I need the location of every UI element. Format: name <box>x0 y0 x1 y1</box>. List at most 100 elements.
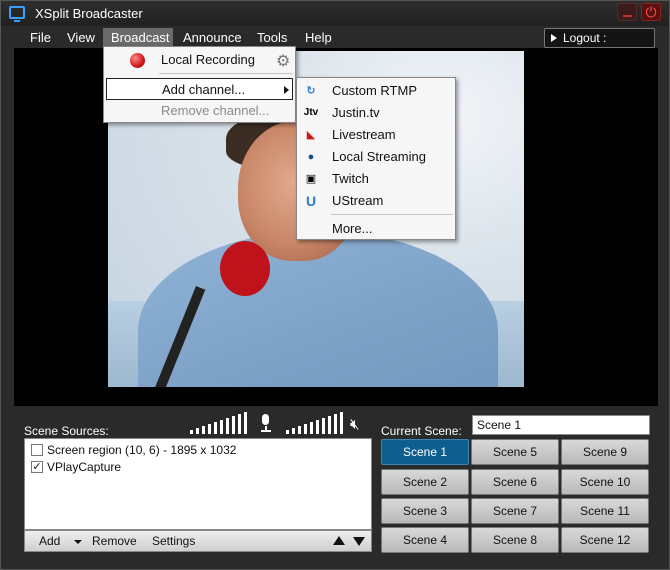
local-recording-item[interactable]: Local Recording ⚙ <box>106 49 293 71</box>
meter-bar <box>208 424 211 434</box>
justin-tv-icon: Jtv <box>303 107 319 118</box>
source-label: VPlayCapture <box>47 460 122 474</box>
channel-label: UStream <box>332 193 384 208</box>
meter-bar <box>310 422 313 434</box>
list-item[interactable]: Screen region (10, 6) - 1895 x 1032 <box>29 442 236 458</box>
remove-channel-item: Remove channel... <box>161 103 270 118</box>
channel-label: Custom RTMP <box>332 83 417 98</box>
speaker-muted-icon[interactable]: 🔇︎ <box>350 416 359 433</box>
title-bar: XSplit Broadcaster ⏻ <box>1 1 669 26</box>
menu-view[interactable]: View <box>59 28 103 48</box>
scene-button[interactable]: Scene 4 <box>381 527 469 553</box>
menu-separator <box>331 214 453 215</box>
menu-help[interactable]: Help <box>297 28 340 48</box>
channel-label: Local Streaming <box>332 149 426 164</box>
add-source-button[interactable]: Add <box>39 531 60 551</box>
scene-button[interactable]: Scene 9 <box>561 439 649 465</box>
mic-volume-meter[interactable] <box>190 412 250 434</box>
source-settings-button[interactable]: Settings <box>152 531 195 551</box>
menu-tools[interactable]: Tools <box>249 28 295 48</box>
video-microphone <box>220 241 270 296</box>
twitch-icon: ▣ <box>305 173 317 185</box>
source-checkbox[interactable]: ✓ <box>31 461 43 473</box>
meter-bar <box>190 430 193 434</box>
gear-icon[interactable]: ⚙ <box>276 51 290 72</box>
meter-bar <box>286 430 289 434</box>
scene-button[interactable]: Scene 10 <box>561 469 649 495</box>
microphone-icon[interactable] <box>260 414 271 434</box>
scene-button[interactable]: Scene 1 <box>381 439 469 465</box>
scene-button[interactable]: Scene 7 <box>471 498 559 524</box>
meter-bar <box>244 412 247 434</box>
submenu-arrow-icon <box>284 86 289 94</box>
meter-bar <box>292 428 295 434</box>
broadcast-menu: Local Recording ⚙ Add channel... Remove … <box>103 46 296 123</box>
menu-file[interactable]: File <box>22 28 59 48</box>
source-checkbox[interactable] <box>31 444 43 456</box>
xsplit-logo-icon <box>9 6 25 22</box>
chevron-down-icon[interactable] <box>74 540 82 544</box>
channel-ustream[interactable]: U UStream <box>297 190 455 212</box>
meter-bar <box>226 418 229 434</box>
minimize-button[interactable] <box>617 3 637 21</box>
speaker-volume-meter[interactable] <box>286 412 346 434</box>
local-streaming-icon: ● <box>307 151 315 163</box>
menu-separator <box>159 73 293 74</box>
current-scene-label: Current Scene: <box>381 424 462 438</box>
add-channel-submenu: ↻ Custom RTMP Jtv Justin.tv ◣ Livestream… <box>296 77 456 240</box>
meter-bar <box>220 420 223 434</box>
meter-bar <box>202 426 205 434</box>
scene-button[interactable]: Scene 12 <box>561 527 649 553</box>
add-channel-item[interactable]: Add channel... <box>106 78 293 100</box>
menu-broadcast[interactable]: Broadcast <box>103 28 173 48</box>
window-title: XSplit Broadcaster <box>35 6 143 21</box>
scene-sources-label: Scene Sources: <box>24 424 109 438</box>
scene-button[interactable]: Scene 5 <box>471 439 559 465</box>
move-up-icon[interactable] <box>333 536 345 545</box>
bottom-panel: Scene Sources: 🔇︎ Screen region (10, 6) … <box>14 408 658 560</box>
channel-justin-tv[interactable]: Jtv Justin.tv <box>297 102 455 124</box>
meter-bar <box>214 422 217 434</box>
sources-toolbar: Add Remove Settings <box>24 530 372 552</box>
local-recording-label: Local Recording <box>161 52 255 67</box>
menu-announce[interactable]: Announce <box>175 28 250 48</box>
meter-bar <box>196 428 199 434</box>
channel-livestream[interactable]: ◣ Livestream <box>297 124 455 146</box>
close-button[interactable]: ⏻ <box>641 3 661 21</box>
list-item[interactable]: ✓ VPlayCapture <box>29 459 121 475</box>
add-channel-label: Add channel... <box>162 82 246 97</box>
scene-sources-list: Screen region (10, 6) - 1895 x 1032 ✓ VP… <box>24 438 372 530</box>
meter-bar <box>232 416 235 434</box>
scene-button[interactable]: Scene 11 <box>561 498 649 524</box>
current-scene-field[interactable]: Scene 1 <box>472 415 650 435</box>
livestream-icon: ◣ <box>306 129 316 141</box>
meter-bar <box>238 414 241 434</box>
channel-label: Justin.tv <box>332 105 380 120</box>
meter-bar <box>298 426 301 434</box>
channel-label: Twitch <box>332 171 369 186</box>
meter-bar <box>328 416 331 434</box>
channel-local-streaming[interactable]: ● Local Streaming <box>297 146 455 168</box>
source-label: Screen region (10, 6) - 1895 x 1032 <box>47 443 237 457</box>
ustream-icon: U <box>305 193 317 209</box>
scene-button[interactable]: Scene 2 <box>381 469 469 495</box>
scene-button[interactable]: Scene 8 <box>471 527 559 553</box>
app-window: XSplit Broadcaster ⏻ File View Broadcast… <box>0 0 670 570</box>
channel-custom-rtmp[interactable]: ↻ Custom RTMP <box>297 80 455 102</box>
channel-label: Livestream <box>332 127 396 142</box>
move-down-icon[interactable] <box>353 537 365 546</box>
meter-bar <box>316 420 319 434</box>
record-icon <box>130 53 145 68</box>
remove-source-button[interactable]: Remove <box>92 531 137 551</box>
meter-bar <box>340 412 343 434</box>
channel-more[interactable]: More... <box>297 218 455 240</box>
scene-button[interactable]: Scene 6 <box>471 469 559 495</box>
meter-bar <box>304 424 307 434</box>
scene-button[interactable]: Scene 3 <box>381 498 469 524</box>
channel-twitch[interactable]: ▣ Twitch <box>297 168 455 190</box>
logout-button[interactable]: Logout : graphire4 <box>544 28 655 63</box>
meter-bar <box>322 418 325 434</box>
power-icon: ⏻ <box>645 4 657 20</box>
meter-bar <box>334 414 337 434</box>
custom-rtmp-icon: ↻ <box>306 85 316 97</box>
